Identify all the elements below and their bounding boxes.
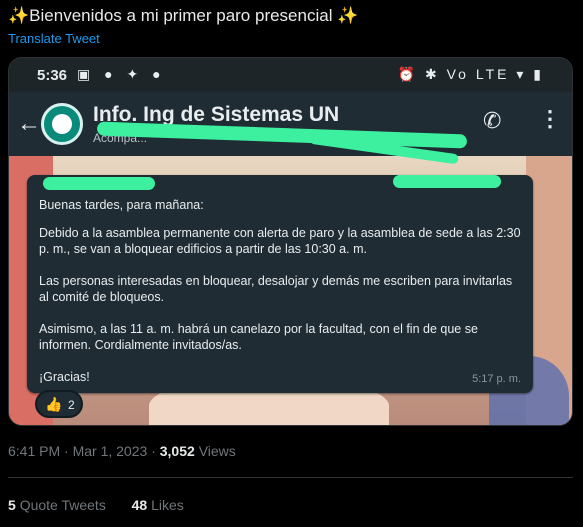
chat-header: ← Info. Ing de Sistemas UN Acompa... ✆ ⋮ — [9, 92, 572, 156]
add-call-icon: ✆ — [483, 108, 502, 133]
message-paragraph-2: Las personas interesadas en bloquear, de… — [39, 274, 513, 304]
message-paragraph-3: Asimismo, a las 11 a. m. habrá un canela… — [39, 322, 478, 352]
system-status-icons: ⏰ ✱ Vo LTE ▾ ▮ — [397, 66, 544, 82]
quote-tweets-label: Quote Tweets — [19, 497, 106, 513]
views-label: Views — [198, 443, 236, 459]
quote-tweets-count: 5 — [8, 497, 16, 513]
thumbs-up-icon: 👍 — [45, 396, 63, 412]
views-count: 3,052 — [159, 443, 195, 459]
tweet-meta: 6:41 PM · Mar 1, 2023 · 3,052 Views — [8, 443, 236, 459]
more-options-icon: ⋮ — [539, 106, 561, 131]
likes-count: 48 — [131, 497, 148, 513]
translate-tweet-link[interactable]: Translate Tweet — [8, 31, 100, 46]
divider — [8, 477, 573, 478]
likes-link[interactable]: 48 Likes — [132, 497, 184, 513]
tweet-stats: 5 Quote Tweets 48 Likes — [8, 497, 184, 513]
notification-icons: ▣ ● ✦ ● — [77, 66, 166, 82]
message-time: 5:17 p. m. — [472, 373, 521, 385]
group-avatar — [41, 103, 83, 145]
status-time: 5:36 — [37, 67, 68, 84]
phone-status-bar: 5:36 ▣ ● ✦ ● ⏰ ✱ Vo LTE ▾ ▮ — [9, 58, 572, 92]
quote-tweets-link[interactable]: 5 Quote Tweets — [8, 497, 106, 513]
message-line-1: Buenas tardes, para mañana: — [39, 198, 204, 212]
tweet-text: ✨Bienvenidos a mi primer paro presencial… — [8, 6, 359, 25]
message-bubble: Buenas tardes, para mañana: Debido a la … — [27, 175, 533, 393]
tweet-media-image[interactable]: 5:36 ▣ ● ✦ ● ⏰ ✱ Vo LTE ▾ ▮ ← Info. Ing … — [8, 57, 573, 426]
redaction-mark — [43, 177, 155, 190]
likes-label: Likes — [151, 497, 184, 513]
message-closing: ¡Gracias! — [39, 370, 90, 384]
reaction-count: 2 — [68, 398, 75, 412]
message-paragraph-1: Debido a la asamblea permanente con aler… — [39, 226, 521, 256]
back-arrow-icon: ← — [17, 110, 41, 137]
message-reaction: 👍 2 — [35, 390, 83, 418]
tweet-timestamp[interactable]: 6:41 PM · Mar 1, 2023 — [8, 443, 147, 459]
redaction-mark — [393, 175, 501, 188]
